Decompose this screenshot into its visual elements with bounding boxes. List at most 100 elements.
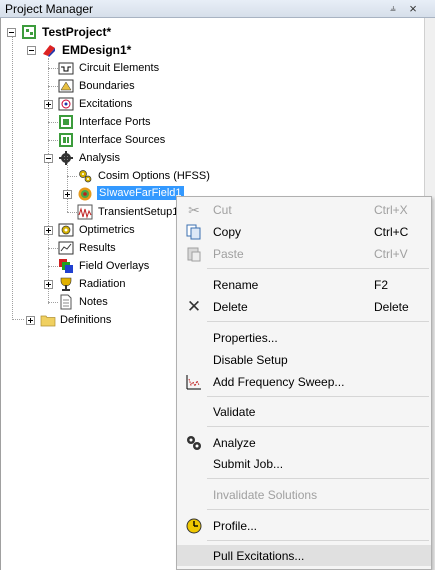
tree-label: Notes <box>79 296 108 308</box>
excitations-icon <box>58 97 74 111</box>
tree-connector <box>48 122 58 123</box>
menu-item-shortcut: F2 <box>374 278 389 292</box>
tree-connector <box>48 302 58 303</box>
menu-item-properties[interactable]: Properties... <box>177 327 431 348</box>
menu-separator <box>207 268 429 269</box>
context-menu: ✂ Cut Ctrl+X Copy Ctrl+C Paste Ctrl+V Re… <box>176 196 432 570</box>
tree-label: SIwaveFarField1 <box>97 186 184 200</box>
folder-icon <box>40 315 56 327</box>
collapse-icon[interactable] <box>44 154 53 163</box>
menu-separator <box>207 426 429 427</box>
tree-item-emdesign1[interactable]: EMDesign1* <box>20 42 220 58</box>
tree-item-radiation[interactable]: Radiation <box>40 276 180 292</box>
tree-label: Analysis <box>79 152 120 164</box>
menu-item-label: Submit Job... <box>213 457 284 471</box>
project-icon <box>22 25 36 39</box>
menu-item-analyze[interactable]: Analyze <box>177 432 431 453</box>
tree-item-optimetrics[interactable]: Optimetrics <box>40 222 180 238</box>
menu-item-pull-excitations[interactable]: Pull Excitations... <box>177 545 431 566</box>
menu-item-label: Profile... <box>213 519 258 533</box>
results-icon <box>58 241 74 255</box>
tree-item-cosim-options[interactable]: Cosim Options (HFSS) <box>77 168 237 184</box>
menu-item-paste[interactable]: Paste Ctrl+V <box>177 243 431 264</box>
menu-separator <box>207 396 429 397</box>
tree-item-definitions[interactable]: Definitions <box>22 312 162 328</box>
menu-item-delete[interactable]: ✕ Delete Delete <box>177 296 431 317</box>
tree-connector <box>48 86 58 87</box>
tree-label: Radiation <box>79 278 126 290</box>
expand-icon[interactable] <box>44 226 53 235</box>
tree-item-excitations[interactable]: Excitations <box>40 96 220 112</box>
menu-item-label: Analyze <box>213 436 256 450</box>
tree-label: Excitations <box>79 98 133 110</box>
tree-label: Optimetrics <box>79 224 135 236</box>
tree-connector <box>48 248 58 249</box>
tree-connector <box>48 68 58 69</box>
tree-connector <box>67 212 77 213</box>
menu-separator <box>207 509 429 510</box>
radiation-icon <box>60 277 72 291</box>
pin-icon[interactable]: ⫨ <box>386 2 400 15</box>
copy-icon <box>186 224 201 240</box>
tree-item-interface-ports[interactable]: Interface Ports <box>58 114 218 130</box>
interface-sources-icon <box>59 133 73 147</box>
tree-label: Interface Ports <box>79 116 151 128</box>
menu-separator <box>207 478 429 479</box>
tree-item-results[interactable]: Results <box>58 240 178 256</box>
menu-item-label: Validate <box>213 405 256 419</box>
menu-item-add-frequency-sweep[interactable]: Add Frequency Sweep... <box>177 371 431 392</box>
tree-item-analysis[interactable]: Analysis <box>40 150 200 166</box>
menu-item-label: Add Frequency Sweep... <box>213 375 345 389</box>
menu-separator <box>207 540 429 541</box>
menu-separator <box>207 321 429 322</box>
menu-item-label: Rename <box>213 278 259 292</box>
expand-icon[interactable] <box>44 280 53 289</box>
menu-item-validate[interactable]: Validate <box>177 401 431 422</box>
tree-item-interface-sources[interactable]: Interface Sources <box>58 132 238 148</box>
gear-icon <box>59 151 73 165</box>
delete-x-icon: ✕ <box>186 297 202 316</box>
menu-item-disable-setup[interactable]: Disable Setup <box>177 349 431 370</box>
menu-item-submit-job[interactable]: Submit Job... <box>177 453 431 474</box>
optimetrics-icon <box>58 223 74 237</box>
menu-item-label: Cut <box>213 203 232 217</box>
menu-item-label: Paste <box>213 247 244 261</box>
menu-item-label: Pull Excitations... <box>213 549 305 563</box>
menu-item-label: Invalidate Solutions <box>213 488 318 502</box>
tree-label: Field Overlays <box>79 260 150 272</box>
expand-icon[interactable] <box>26 316 35 325</box>
expand-icon[interactable] <box>63 190 72 199</box>
tree-item-field-overlays[interactable]: Field Overlays <box>58 258 178 274</box>
tree-item-notes[interactable]: Notes <box>58 294 158 310</box>
tree-label: Interface Sources <box>79 134 166 146</box>
menu-item-shortcut: Delete <box>374 300 409 314</box>
paste-icon <box>187 247 201 262</box>
menu-item-rename[interactable]: Rename F2 <box>177 274 431 295</box>
tree-connector <box>48 140 58 141</box>
menu-item-label: Copy <box>213 225 242 239</box>
circuit-elements-icon <box>58 62 74 75</box>
menu-item-label: Disable Setup <box>213 353 288 367</box>
clock-icon <box>186 518 202 534</box>
menu-item-label: Properties... <box>213 331 278 345</box>
tree-item-siwave-farfield[interactable]: SIwaveFarField1 <box>60 186 190 202</box>
menu-item-copy[interactable]: Copy Ctrl+C <box>177 221 431 242</box>
collapse-icon[interactable] <box>27 46 36 55</box>
tree-label: Definitions <box>60 314 112 326</box>
tree-item-circuit-elements[interactable]: Circuit Elements <box>58 60 218 76</box>
siwave-setup-icon <box>78 187 92 201</box>
menu-item-cut[interactable]: ✂ Cut Ctrl+X <box>177 199 431 220</box>
menu-item-profile[interactable]: Profile... <box>177 515 431 536</box>
analyze-gears-icon <box>187 436 201 450</box>
tree-item-boundaries[interactable]: Boundaries <box>58 78 218 94</box>
menu-item-invalidate-solutions[interactable]: Invalidate Solutions <box>177 484 431 505</box>
close-icon[interactable]: × <box>406 2 420 15</box>
collapse-icon[interactable] <box>7 28 16 37</box>
tree-item-testproject[interactable]: TestProject* <box>0 24 200 40</box>
tree-label: Cosim Options (HFSS) <box>98 170 210 182</box>
tree-label: TransientSetup1 <box>98 206 179 218</box>
frequency-sweep-icon <box>186 375 201 390</box>
panel-title: Project Manager <box>5 2 94 16</box>
expand-icon[interactable] <box>44 100 53 109</box>
panel-titlebar: Project Manager ⫨ × <box>0 0 435 18</box>
